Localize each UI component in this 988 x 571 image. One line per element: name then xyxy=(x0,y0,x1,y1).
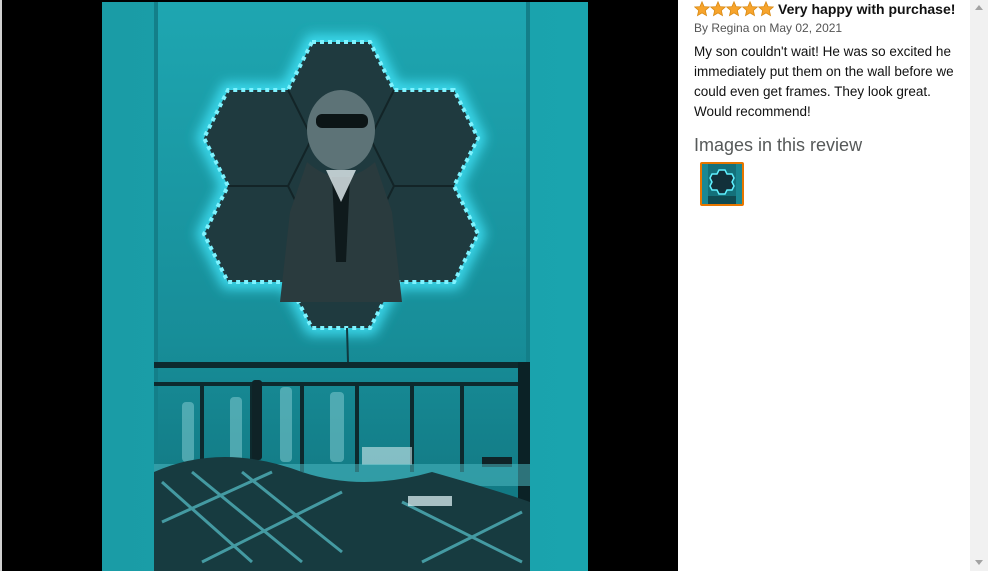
star-icon xyxy=(694,1,710,17)
scrollbar-thumb[interactable] xyxy=(973,16,985,554)
scroll-down-arrow-icon[interactable] xyxy=(975,560,983,565)
star-rating xyxy=(694,1,774,17)
review-title-row: Very happy with purchase! xyxy=(694,0,955,18)
review-byline: By Regina on May 02, 2021 xyxy=(694,21,843,35)
review-image-thumbnail[interactable] xyxy=(700,162,744,206)
review-title: Very happy with purchase! xyxy=(778,1,956,17)
review-panel: Very happy with purchase! By Regina on M… xyxy=(694,0,966,571)
review-body: My son couldn't wait! He was so excited … xyxy=(694,44,954,119)
images-heading: Images in this review xyxy=(694,135,863,155)
scroll-up-arrow-icon[interactable] xyxy=(975,5,983,10)
star-icon xyxy=(758,1,774,17)
star-icon xyxy=(726,1,742,17)
image-viewer xyxy=(0,0,678,571)
star-icon xyxy=(710,1,726,17)
review-photo-illustration xyxy=(102,2,588,571)
review-image-popup: Very happy with purchase! By Regina on M… xyxy=(0,0,988,571)
thumbnail-image xyxy=(702,164,742,204)
vertical-scrollbar[interactable] xyxy=(970,0,988,571)
star-icon xyxy=(742,1,758,17)
review-photo xyxy=(102,2,588,571)
